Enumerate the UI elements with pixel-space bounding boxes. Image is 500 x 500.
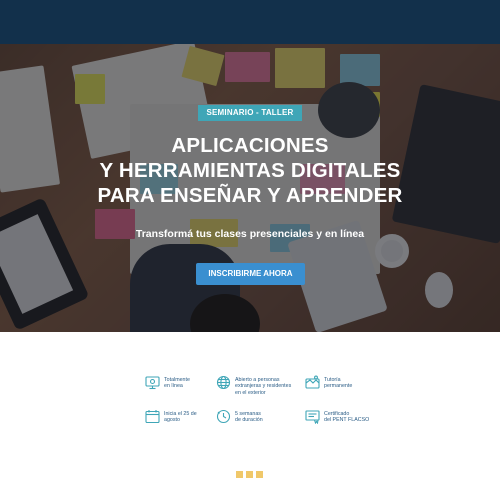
- feature-online: Totalmente en línea: [145, 375, 190, 390]
- feature-online-text: Totalmente en línea: [164, 377, 190, 390]
- feature-start-date-text: Inicia el 25 de agosto: [164, 411, 197, 424]
- hero-title-line-3: PARA ENSEÑAR Y APRENDER: [97, 184, 403, 207]
- feature-duration-text: 5 semanas de duración: [235, 411, 263, 424]
- slider-dot[interactable]: [236, 471, 243, 478]
- enroll-now-button[interactable]: INSCRIBIRME AHORA: [196, 263, 305, 285]
- feature-certificate-text: Certificado del PENT FLACSO: [324, 411, 370, 424]
- hero-banner: SEMINARIO - TALLER APLICACIONES Y HERRAM…: [0, 44, 500, 332]
- slider-dot[interactable]: [246, 471, 253, 478]
- hero-title-line-1: APLICACIONES: [171, 134, 329, 157]
- clock-icon: [216, 409, 231, 424]
- feature-start-date: Inicia el 25 de agosto: [145, 409, 197, 424]
- hero-title-line-2: Y HERRAMIENTAS DIGITALES: [99, 159, 401, 182]
- feature-certificate: Certificado del PENT FLACSO: [305, 409, 369, 424]
- hero-subtitle: Transformá tus clases presenciales y en …: [135, 228, 365, 240]
- feature-tutoring: Tutoría permanente: [305, 375, 352, 390]
- top-navigation-bar: [0, 0, 500, 44]
- slider-dot[interactable]: [256, 471, 263, 478]
- hero-title: APLICACIONES Y HERRAMIENTAS DIGITALES PA…: [0, 133, 500, 208]
- globe-icon: [216, 375, 231, 390]
- calendar-icon: [145, 410, 160, 424]
- feature-duration: 5 semanas de duración: [216, 409, 263, 424]
- monitor-icon: [145, 376, 160, 390]
- slider-dots: [236, 471, 263, 478]
- feature-open-to-foreigners: Abierto a personas extranjeras y residen…: [216, 375, 291, 396]
- seminar-badge: SEMINARIO - TALLER: [198, 105, 302, 121]
- tutoring-icon: [305, 375, 320, 389]
- feature-tutoring-text: Tutoría permanente: [324, 377, 353, 390]
- feature-open-to-foreigners-text: Abierto a personas extranjeras y residen…: [235, 377, 292, 396]
- certificate-icon: [305, 410, 320, 424]
